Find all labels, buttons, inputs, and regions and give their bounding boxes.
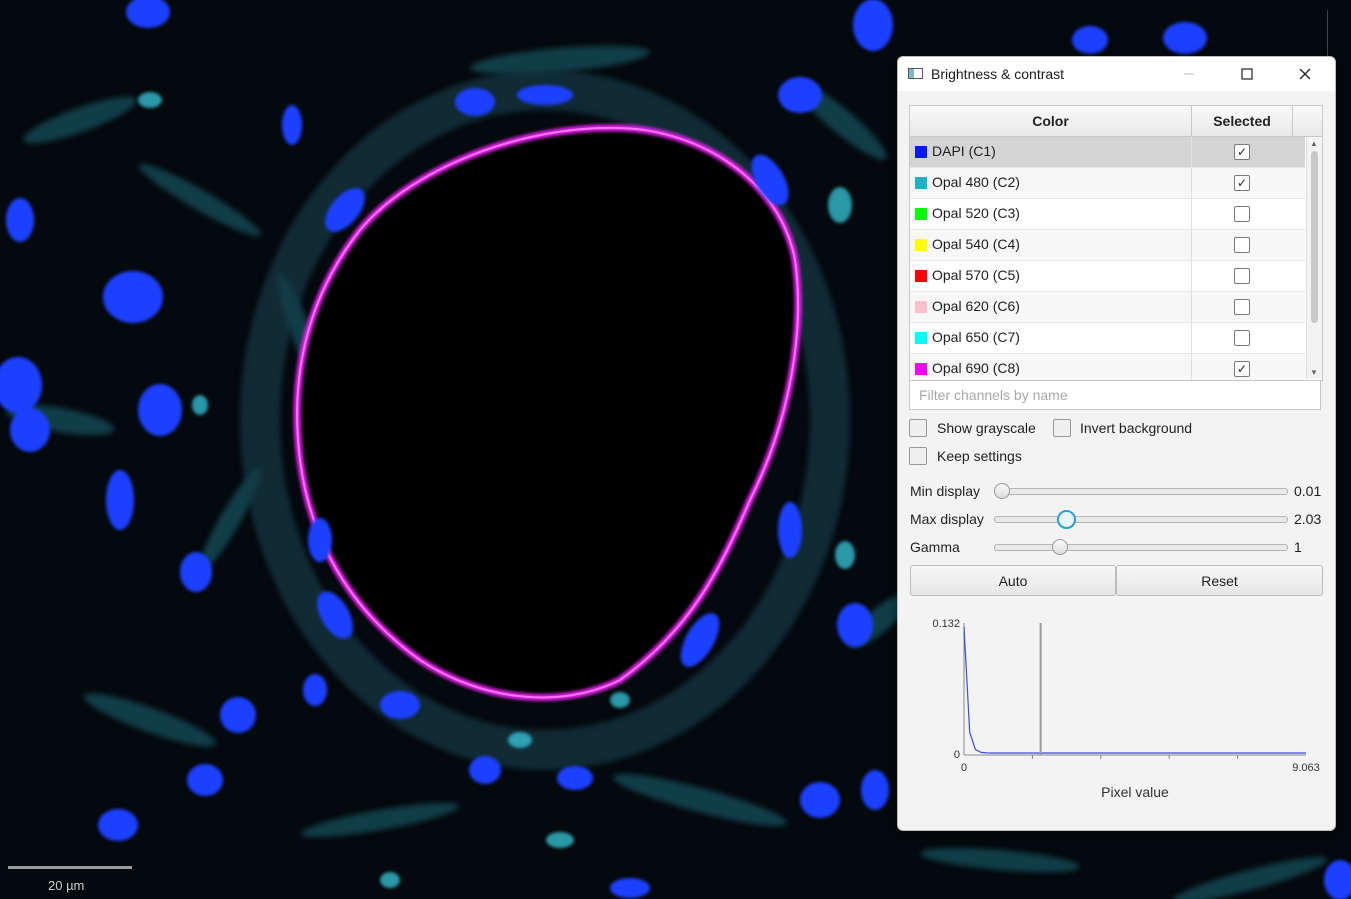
min-display-label: Min display <box>910 483 981 499</box>
channel-rows: DAPI (C1) ✓ Opal 480 (C2) ✓ Opal 520 (C3) Opa… <box>910 137 1305 380</box>
channel-row[interactable]: Opal 540 (C4) <box>910 230 1305 261</box>
channel-name: DAPI (C1) <box>932 143 996 159</box>
x-max-label: 9.063 <box>1292 762 1320 774</box>
channel-name: Opal 540 (C4) <box>932 236 1020 252</box>
max-display-value: 2.03 <box>1294 511 1322 527</box>
channel-row[interactable]: Opal 520 (C3) <box>910 199 1305 230</box>
min-display-track[interactable] <box>994 488 1288 495</box>
keep-settings-label[interactable]: Keep settings <box>937 448 1022 464</box>
channel-row[interactable]: Opal 620 (C6) <box>910 292 1305 323</box>
channel-color-swatch <box>915 146 927 158</box>
table-header: Color Selected <box>910 106 1322 137</box>
scroll-up-icon[interactable]: ▲ <box>1310 139 1318 148</box>
column-divider <box>1191 292 1192 322</box>
y-min-label: 0 <box>954 749 960 761</box>
channel-row[interactable]: Opal 690 (C8) ✓ <box>910 354 1305 380</box>
app-icon <box>908 68 923 79</box>
channel-color-swatch <box>915 270 927 282</box>
channel-name: Opal 690 (C8) <box>932 360 1020 376</box>
minimize-button[interactable] <box>1166 57 1212 91</box>
column-divider <box>1191 354 1192 380</box>
maximize-icon <box>1241 68 1253 80</box>
channel-selected-checkbox[interactable]: ✓ <box>1234 175 1250 191</box>
max-display-thumb[interactable] <box>1056 510 1076 529</box>
channel-row[interactable]: Opal 480 (C2) ✓ <box>910 168 1305 199</box>
keep-settings-checkbox[interactable] <box>909 447 927 465</box>
channel-name: Opal 480 (C2) <box>932 174 1020 190</box>
column-divider <box>1191 261 1192 291</box>
invert-background-checkbox[interactable] <box>1053 419 1071 437</box>
reset-button[interactable]: Reset <box>1116 565 1323 596</box>
column-divider <box>1191 168 1192 198</box>
scale-bar-label: 20 µm <box>48 878 85 893</box>
histogram[interactable]: 0.132 0 0 9.063 Pixel value <box>910 605 1328 825</box>
channel-row[interactable]: DAPI (C1) ✓ <box>910 137 1305 168</box>
channel-selected-checkbox[interactable]: ✓ <box>1234 361 1250 377</box>
channel-selected-checkbox[interactable] <box>1234 299 1250 315</box>
channel-selected-checkbox[interactable] <box>1234 206 1250 222</box>
channel-selected-checkbox[interactable] <box>1234 237 1250 253</box>
show-grayscale-label[interactable]: Show grayscale <box>937 420 1036 436</box>
max-display-track[interactable] <box>994 516 1288 523</box>
gamma-track[interactable] <box>994 544 1288 551</box>
channel-name: Opal 520 (C3) <box>932 205 1020 221</box>
gamma-thumb[interactable] <box>1051 539 1068 555</box>
auto-button[interactable]: Auto <box>910 565 1116 596</box>
x-min-label: 0 <box>961 762 967 774</box>
close-icon <box>1299 68 1311 80</box>
channel-selected-checkbox[interactable]: ✓ <box>1234 144 1250 160</box>
column-header-selected[interactable]: Selected <box>1192 106 1293 136</box>
min-display-thumb[interactable] <box>994 483 1010 499</box>
channel-selected-checkbox[interactable] <box>1234 330 1250 346</box>
title-bar[interactable]: Brightness & contrast <box>898 57 1335 91</box>
y-max-label: 0.132 <box>932 618 960 630</box>
histogram-chart: 0.132 0 0 9.063 Pixel value <box>932 618 1320 800</box>
channel-selected-checkbox[interactable] <box>1234 268 1250 284</box>
channel-filter-input[interactable] <box>909 380 1321 410</box>
column-divider <box>1191 137 1192 167</box>
channel-color-swatch <box>915 239 927 251</box>
x-axis-title: Pixel value <box>1101 784 1169 800</box>
max-display-label: Max display <box>910 511 984 527</box>
channel-name: Opal 570 (C5) <box>932 267 1020 283</box>
min-display-value: 0.01 <box>1294 483 1322 499</box>
brightness-contrast-dialog: Brightness & contrast Color Selected DAP… <box>897 56 1336 831</box>
dialog-title: Brightness & contrast <box>931 66 1065 82</box>
channel-row[interactable]: Opal 650 (C7) <box>910 323 1305 354</box>
column-divider <box>1191 199 1192 229</box>
column-divider <box>1191 323 1192 353</box>
column-header-color[interactable]: Color <box>910 106 1192 136</box>
histogram-line <box>963 626 1306 754</box>
channel-color-swatch <box>915 363 927 375</box>
x-ticks <box>1031 755 1239 759</box>
scrollbar-thumb[interactable] <box>1311 151 1318 323</box>
scroll-down-icon[interactable]: ▼ <box>1310 368 1318 377</box>
gamma-label: Gamma <box>910 539 960 555</box>
channel-table: Color Selected DAPI (C1) ✓ Opal 480 (C2) ✓ O… <box>909 105 1323 381</box>
gamma-value: 1 <box>1294 539 1302 555</box>
invert-background-label[interactable]: Invert background <box>1080 420 1192 436</box>
minimize-icon <box>1184 73 1194 75</box>
close-button[interactable] <box>1282 57 1328 91</box>
channel-name: Opal 650 (C7) <box>932 329 1020 345</box>
channel-color-swatch <box>915 208 927 220</box>
column-divider <box>1191 230 1192 260</box>
channel-row[interactable]: Opal 570 (C5) <box>910 261 1305 292</box>
channel-color-swatch <box>915 332 927 344</box>
show-grayscale-checkbox[interactable] <box>909 419 927 437</box>
channel-name: Opal 620 (C6) <box>932 298 1020 314</box>
scale-bar <box>8 866 132 869</box>
viewer-edge-frame <box>1327 10 1351 60</box>
table-scrollbar[interactable]: ▲ ▼ <box>1306 137 1322 379</box>
channel-color-swatch <box>915 177 927 189</box>
maximize-button[interactable] <box>1224 57 1270 91</box>
channel-color-swatch <box>915 301 927 313</box>
